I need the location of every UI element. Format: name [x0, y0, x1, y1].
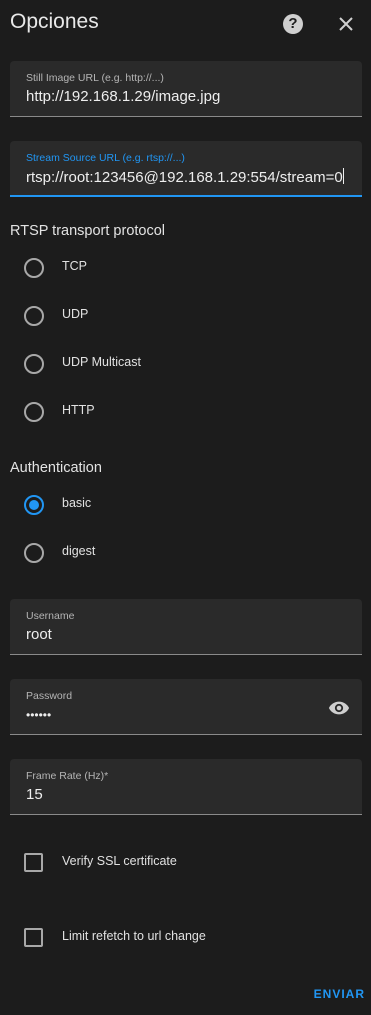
- radio-button[interactable]: [24, 354, 44, 374]
- radio-button-checked[interactable]: [24, 495, 44, 515]
- password-label: Password: [26, 690, 73, 702]
- radio-label: basic: [62, 496, 92, 510]
- still-image-url-label: Still Image URL (e.g. http://...): [26, 72, 164, 84]
- limit-refetch-checkbox[interactable]: [24, 928, 43, 947]
- verify-ssl-label: Verify SSL certificate: [62, 854, 177, 868]
- still-image-url-field[interactable]: Still Image URL (e.g. http://...) http:/…: [10, 61, 362, 117]
- frame-rate-field[interactable]: Frame Rate (Hz)* 15: [10, 759, 362, 815]
- dialog-header: Opciones ?: [0, 0, 371, 48]
- text-caret: [342, 168, 344, 184]
- password-field[interactable]: Password ••••••: [10, 679, 362, 735]
- radio-label: TCP: [62, 259, 87, 273]
- dialog-title: Opciones: [10, 10, 99, 33]
- stream-source-url-value: rtsp://root:123456@192.168.1.29:554/stre…: [26, 168, 344, 186]
- username-field[interactable]: Username root: [10, 599, 362, 655]
- rtsp-section-title: RTSP transport protocol: [10, 223, 166, 239]
- help-icon[interactable]: ?: [283, 14, 303, 34]
- stream-source-url-field[interactable]: Stream Source URL (e.g. rtsp://...) rtsp…: [10, 141, 362, 197]
- radio-label: HTTP: [62, 403, 95, 417]
- eye-icon[interactable]: [328, 697, 350, 719]
- frame-rate-value: 15: [26, 786, 43, 803]
- auth-section-title: Authentication: [10, 460, 102, 476]
- verify-ssl-checkbox[interactable]: [24, 853, 43, 872]
- limit-refetch-label: Limit refetch to url change: [62, 929, 206, 943]
- radio-button[interactable]: [24, 543, 44, 563]
- submit-button[interactable]: ENVIAR: [305, 987, 365, 1009]
- radio-button[interactable]: [24, 258, 44, 278]
- username-label: Username: [26, 610, 75, 622]
- stream-source-url-text: rtsp://root:123456@192.168.1.29:554/stre…: [26, 169, 343, 186]
- password-value: ••••••: [26, 708, 52, 722]
- radio-button[interactable]: [24, 306, 44, 326]
- username-value: root: [26, 626, 52, 643]
- still-image-url-value: http://192.168.1.29/image.jpg: [26, 88, 221, 105]
- close-icon[interactable]: [334, 12, 358, 36]
- radio-label: digest: [62, 544, 96, 558]
- stream-source-url-label: Stream Source URL (e.g. rtsp://...): [26, 152, 185, 164]
- radio-label: UDP: [62, 307, 89, 321]
- radio-label: UDP Multicast: [62, 355, 141, 369]
- frame-rate-label: Frame Rate (Hz)*: [26, 770, 109, 782]
- radio-button[interactable]: [24, 402, 44, 422]
